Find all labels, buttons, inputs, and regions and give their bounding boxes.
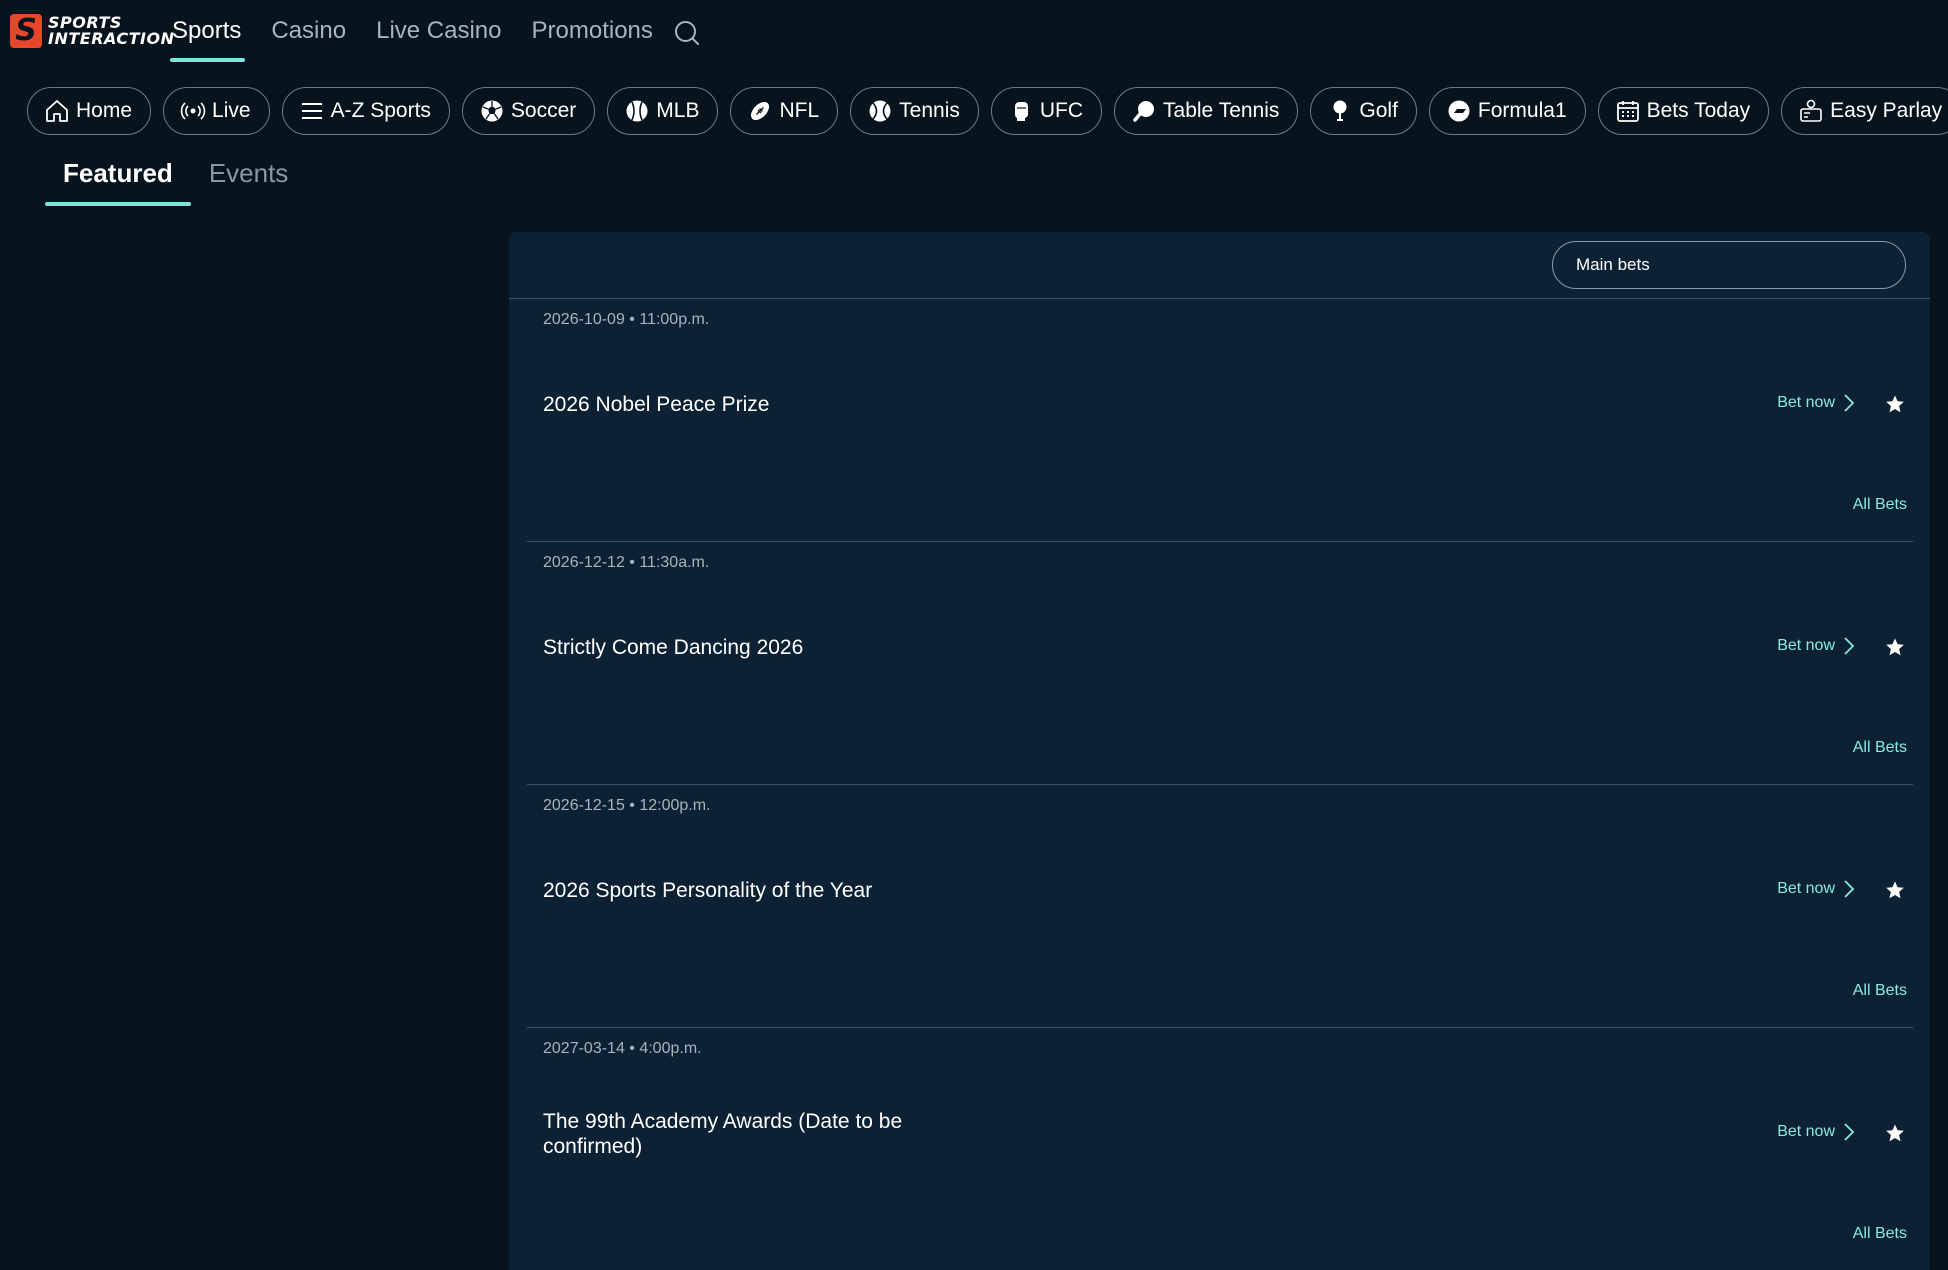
paddle-icon	[1133, 101, 1155, 122]
favorite-star-icon[interactable]	[1885, 394, 1905, 414]
chip-golf[interactable]: Golf	[1310, 87, 1417, 135]
golf-icon	[1333, 100, 1347, 121]
menu-icon	[301, 103, 322, 119]
event-title[interactable]: 2026 Sports Personality of the Year	[543, 878, 903, 903]
live-icon	[180, 102, 206, 120]
chip-tennis[interactable]: Tennis	[850, 87, 979, 135]
favorite-star-icon[interactable]	[1885, 637, 1905, 657]
nav-casino[interactable]: Casino	[271, 0, 346, 62]
nav-sports[interactable]: Sports	[169, 0, 246, 62]
chip-mlb[interactable]: MLB	[607, 87, 719, 135]
favorite-star-icon[interactable]	[1885, 880, 1905, 900]
bet-now-link[interactable]: Bet now	[1777, 1122, 1855, 1142]
events-panel: Main bets 2026-10-09 • 11:00p.m. 2026 No…	[509, 232, 1930, 1270]
chevron-right-icon	[1844, 880, 1855, 898]
chip-bets-today[interactable]: Bets Today	[1597, 87, 1770, 135]
search-icon[interactable]	[673, 19, 701, 47]
event-row: 2027-03-14 • 4:00p.m. The 99th Academy A…	[527, 1028, 1913, 1270]
chip-home[interactable]: Home	[27, 87, 152, 135]
all-bets-link[interactable]: All Bets	[1853, 1225, 1907, 1243]
event-title[interactable]: Strictly Come Dancing 2026	[543, 635, 903, 660]
parlay-icon	[1800, 99, 1822, 122]
event-title[interactable]: 2026 Nobel Peace Prize	[543, 392, 903, 417]
bet-now-link[interactable]: Bet now	[1777, 393, 1855, 413]
calendar-icon	[1616, 101, 1639, 122]
baseball-icon	[626, 100, 648, 122]
nav-promotions[interactable]: Promotions	[532, 0, 653, 62]
football-icon	[751, 101, 770, 121]
event-title[interactable]: The 99th Academy Awards (Date to be conf…	[543, 1109, 903, 1159]
chip-a-z-sports[interactable]: A-Z Sports	[281, 87, 450, 135]
event-date: 2026-12-15 • 12:00p.m.	[543, 797, 711, 814]
top-header: S SPORTS INTERACTION Sports Casino Live …	[0, 0, 1948, 68]
event-row: 2026-10-09 • 11:00p.m. 2026 Nobel Peace …	[527, 299, 1913, 542]
tennis-ball-icon	[869, 100, 891, 122]
sport-chips: Home Live A-Z Sports Soccer MLB NFL Tenn…	[27, 87, 1948, 135]
chip-soccer[interactable]: Soccer	[461, 87, 596, 135]
event-row: 2026-12-15 • 12:00p.m. 2026 Sports Perso…	[527, 785, 1913, 1028]
view-tabs: Featured Events	[45, 158, 306, 206]
logo-mark: S	[10, 14, 42, 48]
chevron-right-icon	[1844, 637, 1855, 655]
chip-nfl[interactable]: NFL	[730, 87, 839, 135]
glove-icon	[1014, 102, 1028, 121]
event-row: 2026-12-12 • 11:30a.m. Strictly Come Dan…	[527, 542, 1913, 785]
chevron-right-icon	[1844, 394, 1855, 412]
bet-now-link[interactable]: Bet now	[1777, 636, 1855, 656]
panel-header: Main bets	[509, 232, 1930, 299]
top-nav: Sports Casino Live Casino Promotions	[169, 0, 683, 62]
event-date: 2026-10-09 • 11:00p.m.	[543, 311, 710, 328]
soccer-ball-icon	[481, 100, 503, 122]
all-bets-link[interactable]: All Bets	[1853, 496, 1907, 514]
chevron-right-icon	[1844, 1123, 1855, 1141]
market-select[interactable]: Main bets	[1552, 241, 1906, 289]
logo-text: SPORTS INTERACTION	[48, 13, 175, 48]
bet-now-link[interactable]: Bet now	[1777, 879, 1855, 899]
all-bets-link[interactable]: All Bets	[1853, 982, 1907, 1000]
tab-events[interactable]: Events	[191, 158, 307, 206]
nav-live-casino[interactable]: Live Casino	[376, 0, 501, 62]
tab-featured[interactable]: Featured	[45, 158, 191, 206]
chip-live[interactable]: Live	[163, 87, 270, 135]
chip-formula1[interactable]: Formula1	[1428, 87, 1586, 135]
event-date: 2026-12-12 • 11:30a.m.	[543, 554, 710, 571]
all-bets-link[interactable]: All Bets	[1853, 739, 1907, 757]
brand-logo[interactable]: S SPORTS INTERACTION	[10, 14, 175, 48]
formula1-icon	[1448, 100, 1470, 122]
chip-table-tennis[interactable]: Table Tennis	[1114, 87, 1299, 135]
favorite-star-icon[interactable]	[1885, 1123, 1905, 1143]
event-date: 2027-03-14 • 4:00p.m.	[543, 1040, 702, 1057]
chip-ufc[interactable]: UFC	[990, 87, 1103, 135]
chip-easy-parlay[interactable]: Easy Parlay	[1781, 87, 1948, 135]
home-icon	[46, 100, 68, 122]
